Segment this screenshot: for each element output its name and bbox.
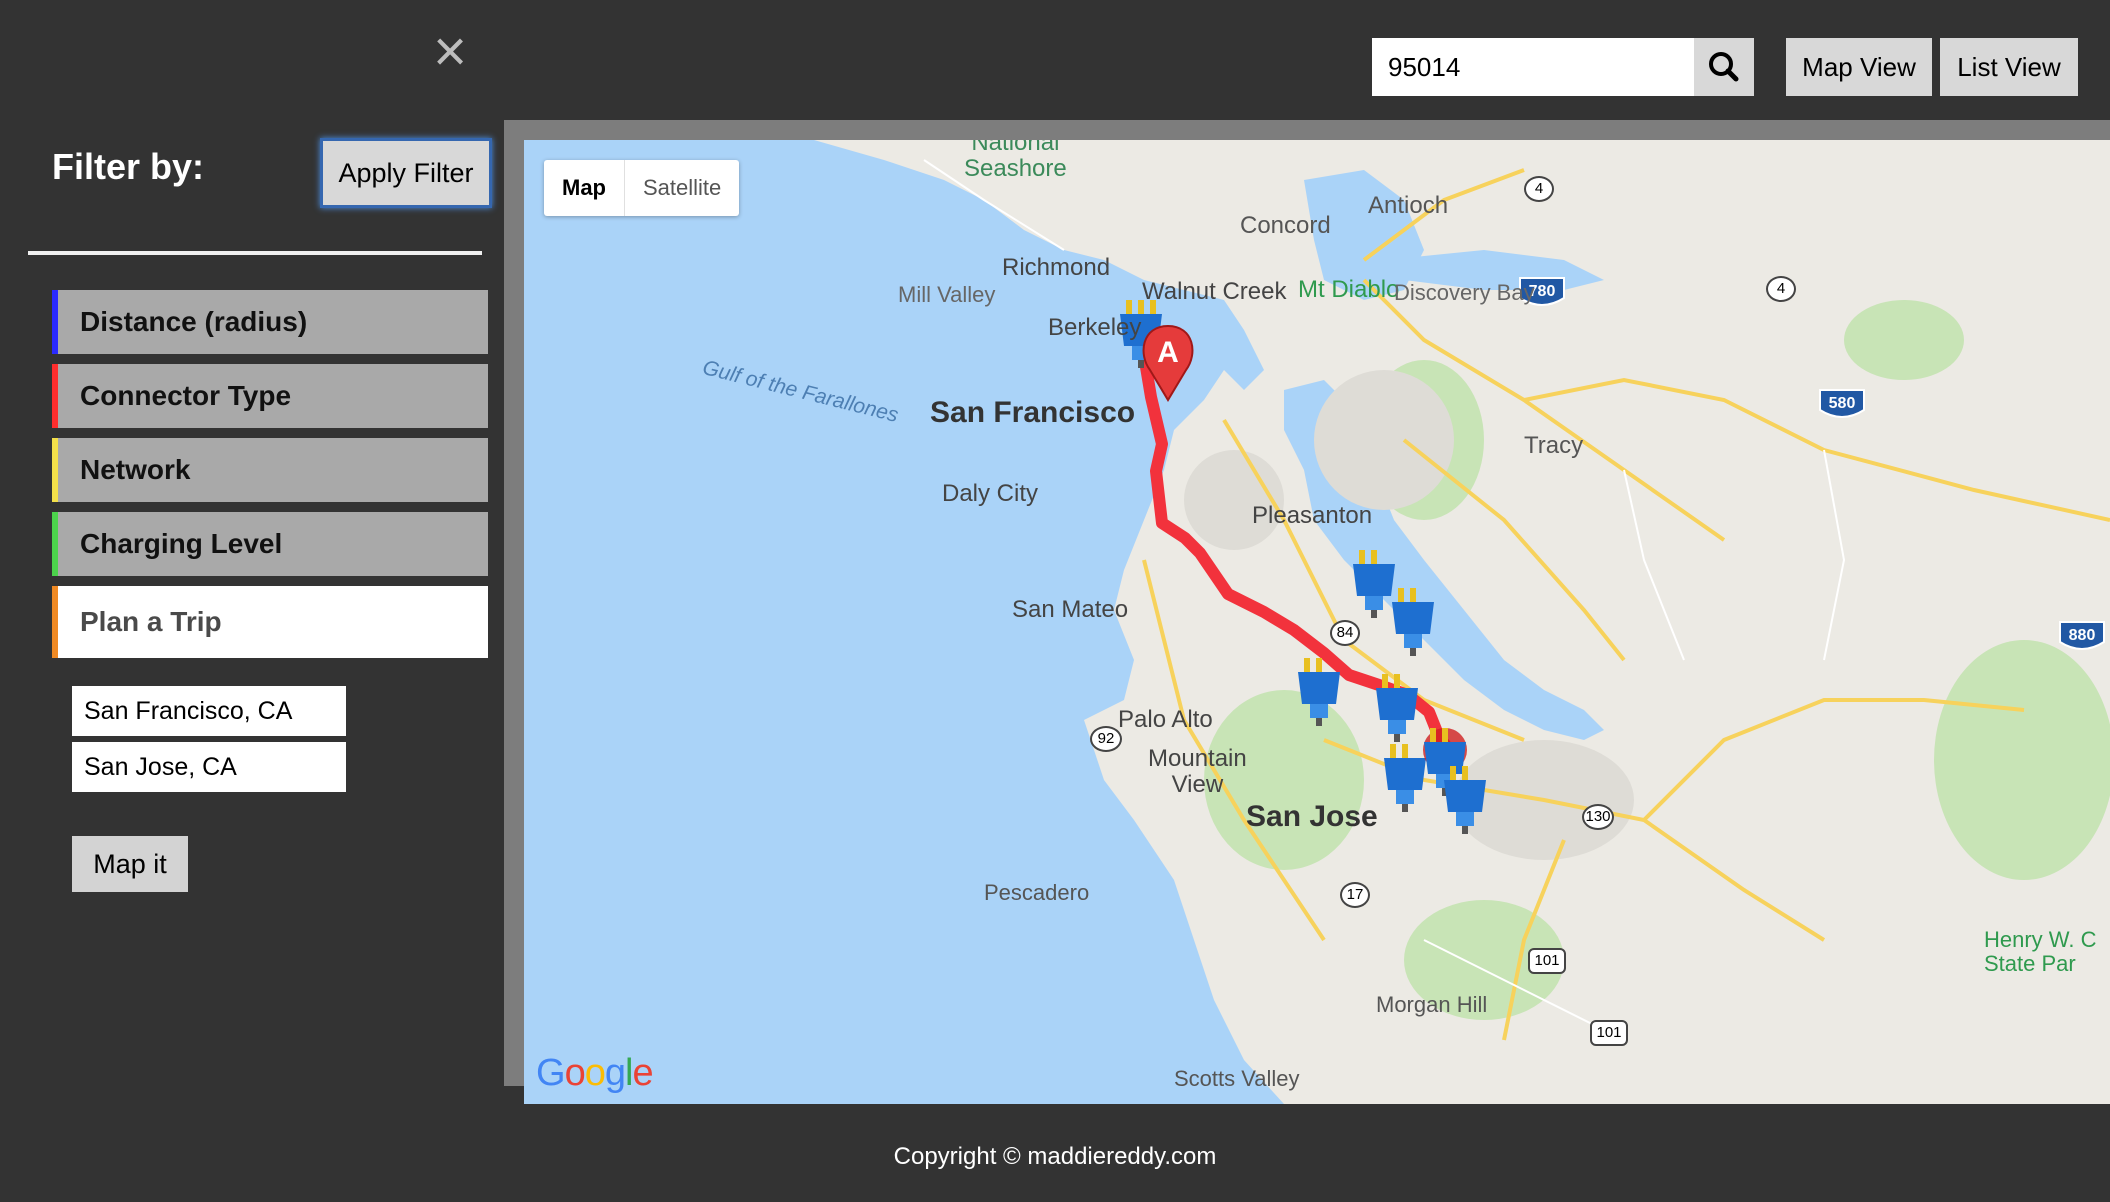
trip-end-input[interactable]: San Jose, CA [72,742,346,792]
marker-label: A [1157,336,1179,369]
place-scotts-valley: Scotts Valley [1174,1066,1300,1091]
filter-title: Filter by: [52,146,205,187]
route-shield-icon: 84 [1330,620,1360,646]
route-shield-icon: 101 [1590,1020,1628,1046]
logo-letter: G [536,1052,566,1094]
route-shield-icon: 4 [1524,176,1554,202]
map-toggle-satellite[interactable]: Satellite [624,160,739,216]
place-tracy: Tracy [1524,432,1584,459]
filter-charging-level[interactable]: Charging Level [52,512,488,576]
place-san-mateo: San Mateo [1012,596,1129,623]
place-pescadero: Pescadero [984,880,1090,905]
place-morgan-hill: Morgan Hill [1376,992,1488,1017]
map-toggle-map[interactable]: Map [544,160,624,216]
place-mt-diablo: Mt Diablo [1298,276,1400,303]
svg-text:580: 580 [1829,395,1856,412]
filter-network[interactable]: Network [52,438,488,502]
filter-distance[interactable]: Distance (radius) [52,290,488,354]
place-richmond: Richmond [1002,254,1111,281]
place-san-jose: San Jose [1246,800,1378,833]
place-daly-city: Daly City [942,480,1039,507]
route-shield-icon: 4 [1766,276,1796,302]
place-national-seashore: National Seashore [964,140,1067,182]
place-discovery-bay: Discovery Bay [1394,280,1535,305]
filter-plan-a-trip[interactable]: Plan a Trip [52,586,488,658]
park [1934,640,2110,880]
place-antioch: Antioch [1368,192,1449,219]
place-palo-alto: Palo Alto [1118,706,1213,733]
interstate-shield-icon: 580 [1819,389,1865,418]
map-view-button[interactable]: Map View [1786,38,1932,96]
search-input[interactable]: 95014 [1372,38,1694,96]
map-it-button[interactable]: Map it [72,836,188,892]
urban-area [1314,370,1454,510]
trip-start-input[interactable]: San Francisco, CA [72,686,346,736]
route-shield-icon: 92 [1090,726,1122,752]
park [1844,300,1964,380]
route-shield-icon: 130 [1582,804,1614,830]
route-shield-icon: 17 [1340,882,1370,908]
urban-area [1184,450,1284,550]
place-mill-valley: Mill Valley [898,282,996,307]
list-view-button[interactable]: List View [1940,38,2078,96]
place-san-francisco: San Francisco [930,396,1136,429]
filter-connector-type[interactable]: Connector Type [52,364,488,428]
interstate-shield-icon: 880 [2059,621,2105,650]
place-henry-coe-park: Henry W. C State Par [1984,927,2097,976]
place-mountain-view: Mountain View [1148,745,1247,798]
divider [28,251,482,255]
svg-text:880: 880 [2069,627,2096,644]
route-shield-icon: 101 [1528,948,1566,974]
map-type-toggle: Map Satellite [544,160,740,216]
google-logo: Google [536,1052,654,1094]
close-icon[interactable]: × [428,23,472,81]
search-button[interactable] [1694,38,1754,96]
place-pleasanton: Pleasanton [1252,502,1373,529]
place-concord: Concord [1240,212,1331,239]
search-icon [1709,52,1739,82]
place-berkeley: Berkeley [1048,314,1142,341]
copyright-text: Copyright © maddiereddy.com [893,1143,1217,1170]
map[interactable]: A 780 580 680 580 580 880 580 280 Nation… [524,140,2110,1104]
place-walnut-creek: Walnut Creek [1142,278,1287,305]
apply-filter-button[interactable]: Apply Filter [320,138,492,208]
